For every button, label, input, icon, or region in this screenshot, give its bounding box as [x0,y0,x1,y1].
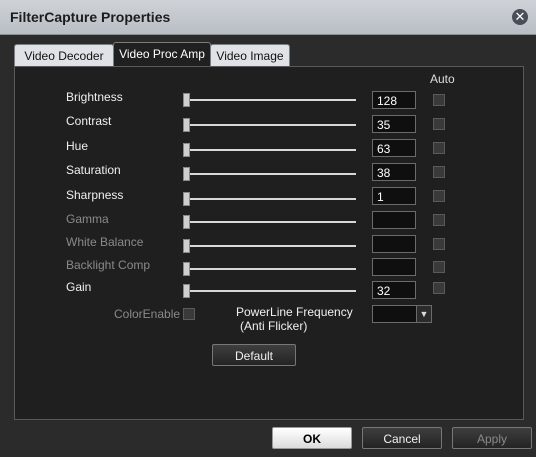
hue-value-input[interactable]: 63 [372,139,416,157]
backlight-comp-auto-checkbox[interactable] [433,261,445,273]
chevron-down-icon[interactable]: ▼ [416,306,431,322]
white-balance-label: White Balance [66,235,144,249]
contrast-slider-thumb[interactable] [183,118,190,132]
gamma-slider-track[interactable] [184,221,356,223]
gain-slider-track[interactable] [184,290,356,292]
close-icon[interactable]: ✕ [512,9,528,25]
saturation-label: Saturation [66,163,121,177]
color-enable-label: ColorEnable [114,307,181,321]
contrast-slider-track[interactable] [184,124,356,126]
sharpness-auto-checkbox[interactable] [433,190,445,202]
contrast-label: Contrast [66,114,112,128]
gamma-auto-checkbox[interactable] [433,214,445,226]
backlight-comp-slider-thumb[interactable] [183,262,190,276]
gamma-slider-thumb[interactable] [183,215,190,229]
tab-video-proc-amp[interactable]: Video Proc Amp [113,42,211,67]
tab-video-decoder[interactable]: Video Decoder [14,44,114,67]
brightness-slider-track[interactable] [184,99,356,101]
hue-label: Hue [66,139,89,153]
tab-video-image[interactable]: Video Image [210,44,290,67]
powerline-frequency-label: PowerLine Frequency [236,305,353,319]
default-button[interactable]: Default [212,344,296,366]
backlight-comp-value-input[interactable] [372,258,416,276]
brightness-slider-thumb[interactable] [183,93,190,107]
saturation-auto-checkbox[interactable] [433,166,445,178]
white-balance-auto-checkbox[interactable] [433,238,445,250]
contrast-auto-checkbox[interactable] [433,118,445,130]
color-enable-checkbox[interactable] [183,308,195,320]
gain-auto-checkbox[interactable] [433,282,445,294]
backlight-comp-label: Backlight Comp [66,258,151,272]
saturation-slider-track[interactable] [184,173,356,175]
powerline-frequency-select[interactable]: ▼ [372,305,432,323]
sharpness-label: Sharpness [66,188,124,202]
gamma-value-input[interactable] [372,211,416,229]
hue-auto-checkbox[interactable] [433,142,445,154]
hue-slider-track[interactable] [184,149,356,151]
backlight-comp-slider-track[interactable] [184,268,356,270]
ok-button[interactable]: OK [272,427,352,449]
saturation-slider-thumb[interactable] [183,167,190,181]
brightness-auto-checkbox[interactable] [433,94,445,106]
title-bar: FilterCapture Properties ✕ [0,0,536,35]
gamma-label: Gamma [66,212,109,226]
brightness-value-input[interactable]: 128 [372,91,416,109]
brightness-label: Brightness [66,90,123,104]
saturation-value-input[interactable]: 38 [372,163,416,181]
white-balance-slider-track[interactable] [184,245,356,247]
hue-slider-thumb[interactable] [183,143,190,157]
window-title: FilterCapture Properties [10,9,171,25]
contrast-value-input[interactable]: 35 [372,115,416,133]
white-balance-value-input[interactable] [372,235,416,253]
auto-column-label: Auto [430,72,455,86]
powerline-anti-flicker-label: (Anti Flicker) [240,319,308,333]
cancel-button[interactable]: Cancel [362,427,442,449]
sharpness-slider-track[interactable] [184,198,356,200]
sharpness-slider-thumb[interactable] [183,192,190,206]
apply-button[interactable]: Apply [452,427,532,449]
gain-slider-thumb[interactable] [183,284,190,298]
gain-label: Gain [66,280,92,294]
white-balance-slider-thumb[interactable] [183,239,190,253]
sharpness-value-input[interactable]: 1 [372,187,416,205]
gain-value-input[interactable]: 32 [372,281,416,299]
